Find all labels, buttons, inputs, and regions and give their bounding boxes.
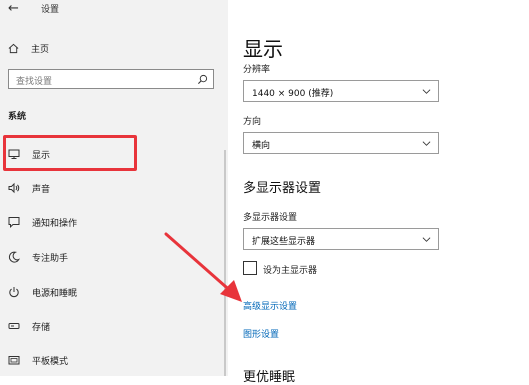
annotation-highlight-box bbox=[3, 135, 137, 171]
power-icon bbox=[9, 287, 19, 298]
sidebar-item-label: 声音 bbox=[32, 185, 51, 195]
storage-icon bbox=[8, 323, 20, 329]
sidebar-item-label: 平板模式 bbox=[32, 357, 69, 367]
orientation-dropdown[interactable]: 横向 bbox=[243, 132, 439, 154]
multi-display-label: 多显示器设置 bbox=[243, 213, 298, 223]
title-bar: ← 设置 bbox=[0, 0, 228, 22]
page-title: 显示 bbox=[243, 37, 283, 61]
multi-display-heading: 多显示器设置 bbox=[243, 181, 322, 196]
chevron-down-icon bbox=[422, 237, 431, 242]
chevron-down-icon bbox=[422, 89, 431, 94]
orientation-value: 横向 bbox=[252, 141, 271, 151]
sidebar-item-home[interactable]: 主页 bbox=[8, 40, 49, 56]
sidebar: ← 设置 主页 查找设置 系统 显示 声音 通知和操作 专注助手 电源和睡眠 存… bbox=[0, 0, 228, 376]
orientation-label: 方向 bbox=[243, 117, 262, 127]
tablet-icon bbox=[8, 356, 20, 365]
search-input[interactable]: 查找设置 bbox=[8, 69, 214, 89]
sidebar-item-label: 专注助手 bbox=[32, 254, 69, 264]
moon-icon bbox=[8, 251, 20, 263]
main-display-checkbox-label: 设为主显示器 bbox=[263, 266, 318, 276]
back-arrow-icon[interactable]: ← bbox=[8, 0, 19, 18]
multi-display-value: 扩展这些显示器 bbox=[252, 237, 316, 247]
section-title: 系统 bbox=[8, 112, 27, 122]
chevron-down-icon bbox=[422, 141, 431, 146]
main-panel: 显示 分辨率 1440 × 900 (推荐) 方向 横向 多显示器设置 多显示器… bbox=[228, 0, 529, 385]
speaker-icon bbox=[8, 182, 20, 194]
home-icon bbox=[8, 43, 19, 53]
multi-display-dropdown[interactable]: 扩展这些显示器 bbox=[243, 228, 439, 250]
sidebar-item-sound[interactable]: 声音 bbox=[0, 176, 222, 200]
notification-icon bbox=[8, 217, 20, 228]
resolution-value: 1440 × 900 (推荐) bbox=[252, 89, 334, 99]
advanced-display-settings-link[interactable]: 高级显示设置 bbox=[243, 299, 297, 312]
resolution-label: 分辨率 bbox=[243, 65, 271, 75]
app-title: 设置 bbox=[41, 5, 60, 15]
sidebar-item-tablet-mode[interactable]: 平板模式 bbox=[0, 348, 222, 372]
resolution-dropdown[interactable]: 1440 × 900 (推荐) bbox=[243, 80, 439, 102]
sidebar-item-label: 存储 bbox=[32, 323, 51, 333]
graphics-settings-link[interactable]: 图形设置 bbox=[243, 327, 279, 340]
home-label: 主页 bbox=[31, 44, 50, 55]
sidebar-item-storage[interactable]: 存储 bbox=[0, 314, 222, 338]
search-placeholder: 查找设置 bbox=[16, 77, 53, 87]
sidebar-item-label: 电源和睡眠 bbox=[32, 289, 78, 299]
annotation-arrow bbox=[164, 232, 242, 302]
search-icon bbox=[197, 74, 208, 85]
sidebar-item-label: 通知和操作 bbox=[32, 219, 78, 229]
